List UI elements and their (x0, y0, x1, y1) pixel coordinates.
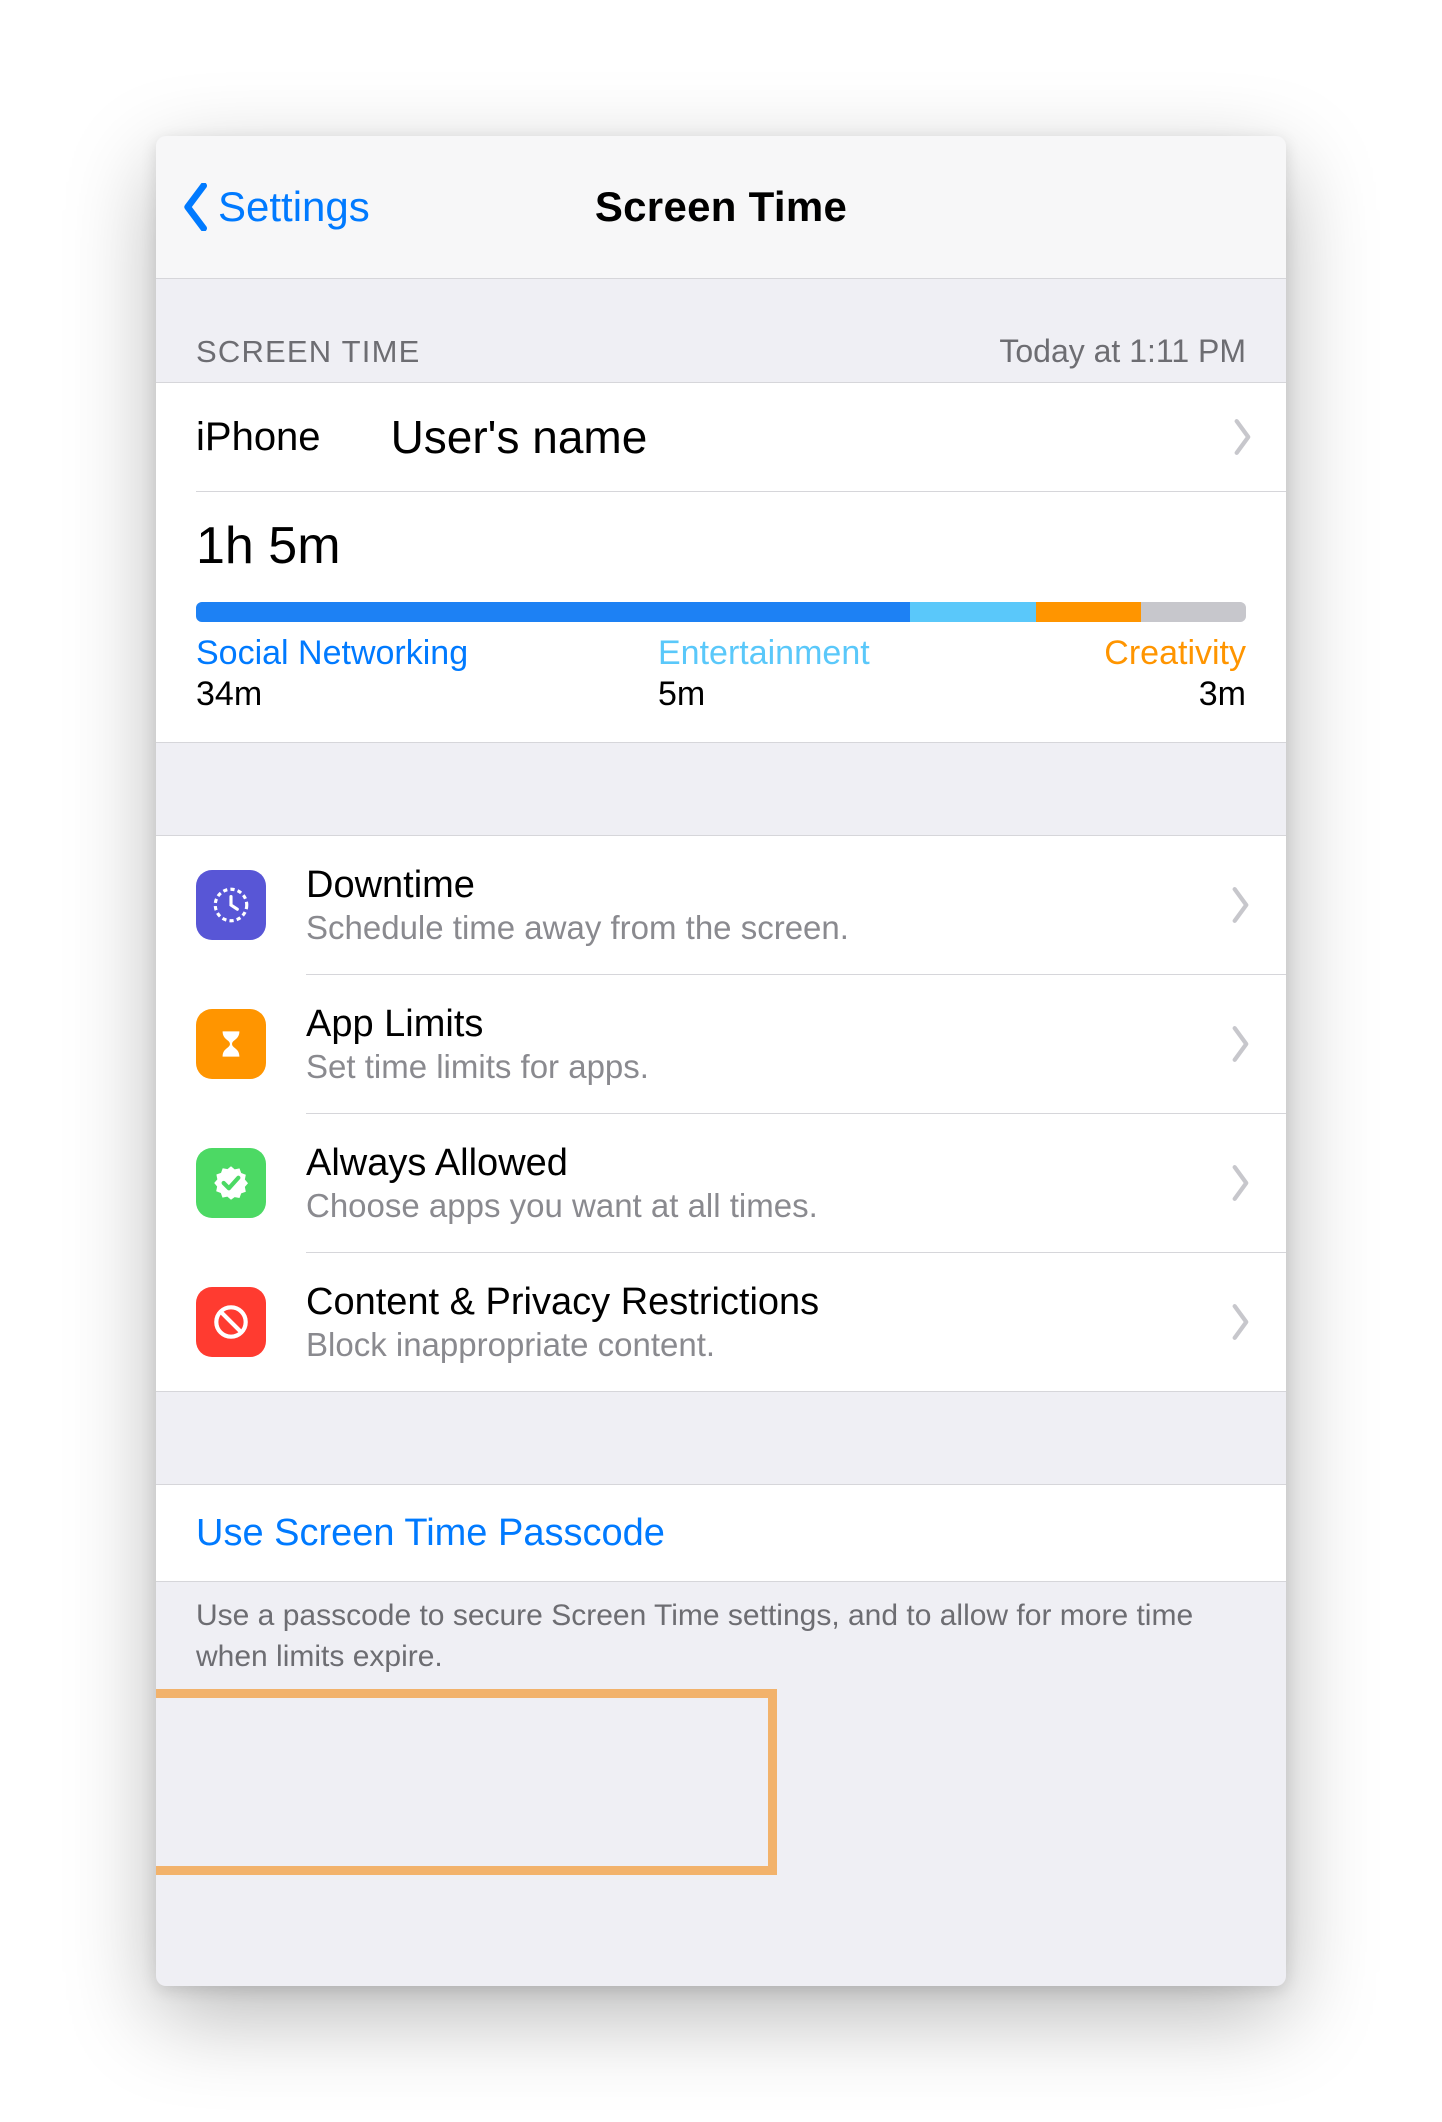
usage-bar-segment (196, 602, 910, 622)
usage-bar-segment (1141, 602, 1246, 622)
option-text: App LimitsSet time limits for apps. (306, 1003, 649, 1086)
usage-categories: Social Networking 34m Entertainment 5m C… (196, 634, 1246, 714)
device-username: User's name (391, 410, 648, 464)
back-label: Settings (218, 183, 370, 231)
usage-block: 1h 5m Social Networking 34m Entertainmen… (156, 492, 1286, 742)
option-subtitle: Choose apps you want at all times. (306, 1187, 818, 1225)
usage-total: 1h 5m (196, 516, 1246, 576)
usage-cat-2: Creativity 3m (1047, 634, 1247, 714)
option-title: Content & Privacy Restrictions (306, 1281, 819, 1324)
usage-cat-1: Entertainment 5m (658, 634, 1047, 714)
option-row[interactable]: Content & Privacy RestrictionsBlock inap… (156, 1253, 1286, 1391)
no-entry-icon (196, 1287, 266, 1357)
chevron-right-icon (1230, 1303, 1252, 1341)
device-row[interactable]: iPhone User's name (156, 383, 1286, 491)
usage-bar (196, 602, 1246, 622)
usage-cat-name: Creativity (1047, 634, 1247, 673)
section-timestamp: Today at 1:11 PM (999, 333, 1246, 370)
device-label: iPhone (196, 415, 321, 460)
usage-cat-name: Entertainment (658, 634, 1047, 673)
hourglass-icon (196, 1009, 266, 1079)
usage-group: iPhone User's name 1h 5m Social Networki… (156, 382, 1286, 743)
chevron-left-icon (182, 183, 212, 231)
chevron-right-icon (1230, 1025, 1252, 1063)
option-title: App Limits (306, 1003, 649, 1046)
chevron-right-icon (1230, 1164, 1252, 1202)
chevron-right-icon (1232, 418, 1254, 456)
option-row[interactable]: DowntimeSchedule time away from the scre… (156, 836, 1286, 974)
usage-cat-time: 5m (658, 675, 1047, 714)
option-row[interactable]: Always AllowedChoose apps you want at al… (156, 1114, 1286, 1252)
badge-check-icon (196, 1148, 266, 1218)
section-label: SCREEN TIME (196, 334, 421, 370)
usage-bar-segment (1036, 602, 1141, 622)
option-text: Content & Privacy RestrictionsBlock inap… (306, 1281, 819, 1364)
passcode-group: Use Screen Time Passcode (156, 1484, 1286, 1582)
use-passcode-button[interactable]: Use Screen Time Passcode (156, 1485, 1286, 1581)
nav-bar: Settings Screen Time (156, 136, 1286, 279)
usage-bar-segment (910, 602, 1036, 622)
option-subtitle: Block inappropriate content. (306, 1326, 819, 1364)
back-button[interactable]: Settings (182, 183, 370, 231)
option-title: Downtime (306, 864, 849, 907)
usage-cat-0: Social Networking 34m (196, 634, 658, 714)
usage-cat-name: Social Networking (196, 634, 658, 673)
section-header: SCREEN TIME Today at 1:11 PM (156, 279, 1286, 382)
chevron-right-icon (1230, 886, 1252, 924)
option-row[interactable]: App LimitsSet time limits for apps. (156, 975, 1286, 1113)
use-passcode-label: Use Screen Time Passcode (196, 1512, 665, 1555)
usage-cat-time: 3m (1047, 675, 1247, 714)
clock-icon (196, 870, 266, 940)
option-title: Always Allowed (306, 1142, 818, 1185)
option-subtitle: Schedule time away from the screen. (306, 909, 849, 947)
option-text: DowntimeSchedule time away from the scre… (306, 864, 849, 947)
usage-cat-time: 34m (196, 675, 658, 714)
highlight-box (156, 1689, 777, 1875)
passcode-footer: Use a passcode to secure Screen Time set… (156, 1582, 1286, 1677)
option-text: Always AllowedChoose apps you want at al… (306, 1142, 818, 1225)
option-subtitle: Set time limits for apps. (306, 1048, 649, 1086)
options-group: DowntimeSchedule time away from the scre… (156, 835, 1286, 1392)
